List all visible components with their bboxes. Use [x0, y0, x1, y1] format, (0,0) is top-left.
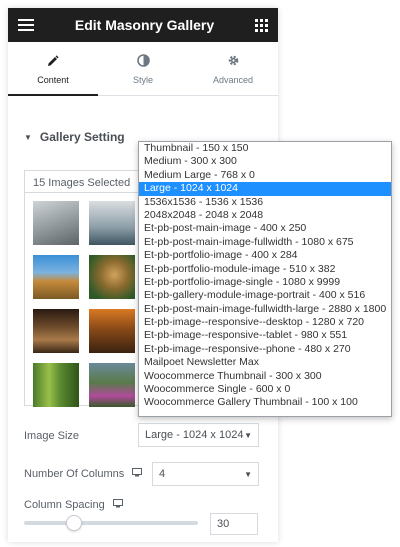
gear-icon: [227, 53, 240, 71]
dropdown-option[interactable]: Et-pb-image--responsive--tablet - 980 x …: [139, 329, 391, 342]
panel-title: Edit Masonry Gallery: [74, 17, 215, 33]
tab-style-label: Style: [132, 74, 153, 85]
dropdown-option[interactable]: Medium - 300 x 300: [139, 155, 391, 168]
columns-row: Number Of Columns: [24, 468, 143, 480]
spacing-input[interactable]: 30: [210, 513, 258, 535]
columns-label: Number Of Columns: [24, 468, 125, 480]
tab-content[interactable]: Content: [8, 42, 98, 96]
dropdown-option[interactable]: Thumbnail - 150 x 150: [139, 142, 391, 155]
dropdown-option[interactable]: Et-pb-portfolio-image-single - 1080 x 99…: [139, 276, 391, 289]
dropdown-option[interactable]: Et-pb-gallery-module-image-portrait - 40…: [139, 289, 391, 302]
image-size-row: Image Size: [24, 430, 79, 442]
dropdown-option[interactable]: Woocommerce Gallery Thumbnail - 100 x 10…: [139, 396, 391, 409]
spacing-row: Column Spacing: [24, 499, 123, 511]
pencil-icon: [47, 53, 59, 71]
dropdown-option[interactable]: Et-pb-image--responsive--phone - 480 x 2…: [139, 343, 391, 356]
dropdown-option[interactable]: Woocommerce Thumbnail - 300 x 300: [139, 370, 391, 383]
spacing-slider[interactable]: [24, 515, 198, 531]
thumbnail-forest: [89, 309, 135, 353]
dropdown-option-selected[interactable]: Large - 1024 x 1024: [139, 182, 391, 196]
contrast-icon: [136, 53, 150, 71]
spacing-label: Column Spacing: [24, 499, 105, 511]
tab-advanced-label: Advanced: [212, 74, 254, 85]
chevron-down-icon: ▼: [244, 469, 252, 479]
image-size-select[interactable]: Large - 1024 x 1024 ▼: [138, 423, 259, 447]
dropdown-option[interactable]: Et-pb-portfolio-image - 400 x 284: [139, 249, 391, 262]
slider-handle[interactable]: [66, 515, 82, 531]
tab-content-label: Content: [37, 74, 69, 85]
thumbnail-flowers: [89, 363, 135, 407]
dropdown-option[interactable]: Et-pb-post-main-image-fullwidth-large - …: [139, 303, 391, 316]
thumbnail-portrait: [89, 255, 135, 299]
thumbnail-restaurant: [33, 309, 79, 353]
desktop-monitor-icon[interactable]: [112, 499, 123, 511]
dropdown-option[interactable]: Et-pb-post-main-image-fullwidth - 1080 x…: [139, 236, 391, 249]
section-title: Gallery Setting: [39, 130, 125, 144]
thumbnail-bamboo: [33, 363, 79, 407]
columns-value: 4: [159, 468, 166, 480]
thumbnail-interior: [89, 201, 135, 245]
chevron-down-icon: ▼: [244, 430, 252, 440]
thumbnail-giraffe: [33, 255, 79, 299]
dropdown-option[interactable]: Medium Large - 768 x 0: [139, 169, 391, 182]
dropdown-option[interactable]: 2048x2048 - 2048 x 2048: [139, 209, 391, 222]
dropdown-option[interactable]: Et-pb-image--responsive--desktop - 1280 …: [139, 316, 391, 329]
hamburger-menu-icon[interactable]: [18, 19, 34, 31]
dropdown-option[interactable]: 1536x1536 - 1536 x 1536: [139, 196, 391, 209]
tab-style[interactable]: Style: [98, 42, 188, 95]
tab-advanced[interactable]: Advanced: [188, 42, 278, 95]
dropdown-option[interactable]: Et-pb-post-main-image - 400 x 250: [139, 222, 391, 235]
apps-grid-icon[interactable]: [255, 18, 268, 32]
tab-bar: Content Style Advanced: [8, 42, 278, 96]
dropdown-option[interactable]: Mailpoet Newsletter Max: [139, 356, 391, 369]
columns-select[interactable]: 4 ▼: [152, 462, 259, 486]
desktop-monitor-icon[interactable]: [132, 468, 143, 480]
panel-header: Edit Masonry Gallery: [8, 8, 278, 42]
dropdown-option[interactable]: Et-pb-portfolio-module-image - 510 x 382: [139, 263, 391, 276]
image-size-label: Image Size: [24, 430, 80, 442]
image-size-dropdown: Thumbnail - 150 x 150 Medium - 300 x 300…: [138, 141, 392, 417]
dropdown-option[interactable]: Woocommerce Single - 600 x 0: [139, 383, 391, 396]
image-size-value: Large - 1024 x 1024: [145, 429, 244, 441]
section-gallery-setting[interactable]: ▼ Gallery Setting: [24, 130, 125, 144]
caret-down-icon: ▼: [24, 132, 32, 142]
thumbnail-living-room: [33, 201, 79, 245]
